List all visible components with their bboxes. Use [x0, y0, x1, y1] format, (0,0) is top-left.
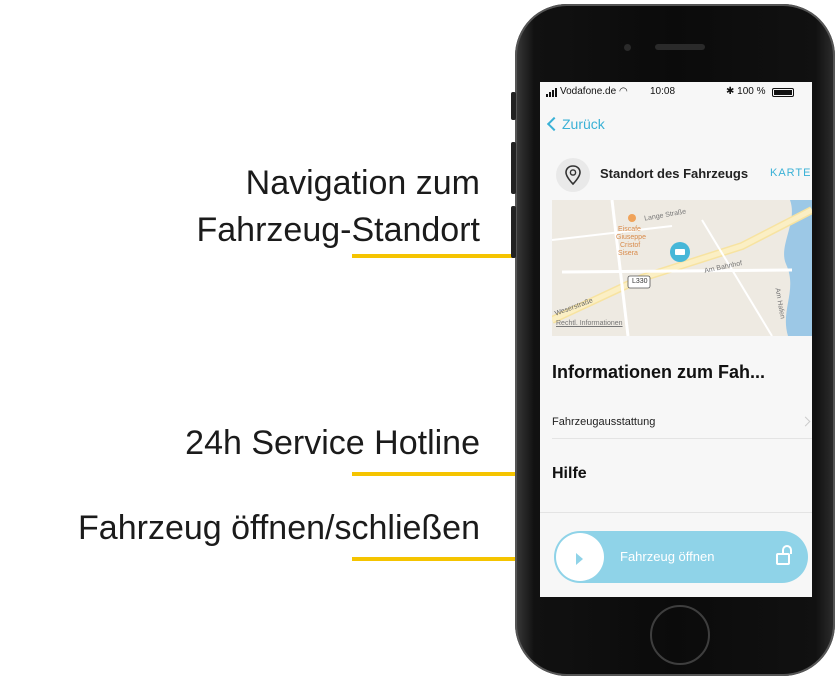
map-link[interactable]: KARTE	[770, 167, 811, 179]
map-label-road-shield: L330	[632, 278, 648, 285]
chevron-left-icon	[546, 116, 562, 132]
volume-down-button	[511, 206, 516, 258]
slider-label: Fahrzeug öffnen	[620, 549, 715, 564]
slider-knob[interactable]	[556, 533, 604, 581]
unlock-icon	[776, 545, 792, 565]
vehicle-location-row[interactable]: Standort des Fahrzeugs KARTE	[540, 154, 812, 194]
annotation-navigation-line2: Fahrzeug-Standort	[196, 211, 481, 249]
annotation-navigation-line1: Navigation zum	[245, 164, 480, 202]
status-bar: Vodafone.de ◠ 10:08 ✱ 100 %	[540, 82, 812, 102]
map-legal-link[interactable]: Rechtl. Informationen	[556, 320, 623, 327]
annotation-navigation: Navigation zum Fahrzeug-Standort	[140, 160, 481, 254]
status-time: 10:08	[650, 86, 676, 97]
map-label-poi-3: Cristof	[620, 242, 641, 249]
bluetooth-icon: ✱	[726, 86, 735, 97]
vehicle-equipment-item[interactable]: Fahrzeugausstattung	[552, 416, 655, 428]
wifi-icon: ◠	[618, 86, 628, 98]
mute-switch	[511, 92, 516, 120]
battery-icon	[772, 88, 794, 97]
signal-icon	[546, 86, 558, 97]
location-pin-icon	[556, 158, 590, 192]
vehicle-info-heading: Informationen zum Fah...	[552, 362, 766, 382]
annotation-hotline-connector	[352, 472, 532, 476]
carrier-name: Vodafone.de	[560, 86, 617, 98]
battery-percent-value: 100 %	[737, 86, 766, 97]
divider-bottom	[540, 512, 812, 513]
volume-up-button	[511, 142, 516, 194]
help-heading[interactable]: Hilfe	[552, 465, 587, 483]
open-vehicle-slider[interactable]: Fahrzeug öffnen	[554, 531, 808, 583]
vehicle-map[interactable]: Lange Straße Eiscafe Giuseppe Cristof Si…	[552, 200, 812, 336]
back-button[interactable]: Zurück	[546, 116, 605, 132]
location-title: Standort des Fahrzeugs	[600, 166, 749, 181]
home-button[interactable]	[650, 605, 710, 665]
annotation-hotline: 24h Service Hotline	[185, 424, 480, 462]
map-label-poi: Eiscafe	[618, 226, 641, 233]
chevron-right-icon	[800, 416, 811, 427]
map-label-poi-4: Sisera	[618, 250, 638, 257]
front-camera	[624, 44, 631, 51]
map-label-poi-2: Giuseppe	[616, 234, 646, 241]
map-graphic	[552, 200, 812, 336]
back-label: Zurück	[562, 116, 605, 132]
divider	[552, 438, 812, 439]
carrier-indicator: Vodafone.de ◠	[546, 86, 628, 97]
arrow-right-icon	[576, 553, 583, 565]
annotation-open-close: Fahrzeug öffnen/schließen	[78, 509, 480, 547]
earpiece-speaker	[655, 44, 705, 50]
phone-screen: Vodafone.de ◠ 10:08 ✱ 100 % Zurück Stand…	[540, 82, 812, 597]
battery-percent: ✱ 100 %	[726, 86, 766, 97]
